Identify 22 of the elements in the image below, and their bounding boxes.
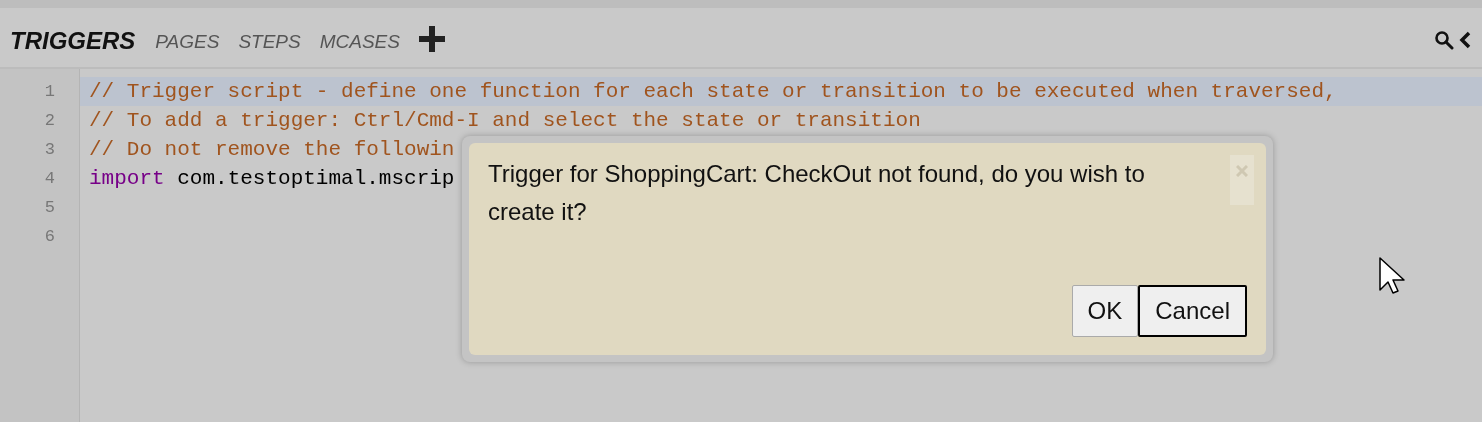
code-line: // Do not remove the followin	[89, 139, 455, 160]
close-icon	[1236, 165, 1248, 177]
mouse-pointer-icon	[1379, 257, 1405, 295]
code-line: import com.testoptimal.mscrip	[89, 168, 455, 189]
dialog-button[interactable]: OK	[1071, 285, 1139, 337]
dialog-message: Trigger for ShoppingCart: CheckOut not found, do you wish to create it?	[488, 159, 1146, 227]
line-number: 3	[44, 138, 55, 161]
tab[interactable]: MCASES	[319, 24, 401, 57]
line-number: 2	[44, 109, 55, 132]
tab[interactable]: PAGES	[155, 24, 221, 57]
search-icon[interactable]	[1434, 29, 1454, 50]
line-number: 6	[44, 225, 55, 248]
line-number: 4	[44, 167, 55, 190]
add-icon[interactable]	[418, 25, 445, 52]
code-line: // Trigger script - define one function for each state or transition to be executed when traversed,	[89, 81, 1337, 102]
line-number: 5	[44, 196, 55, 219]
tab[interactable]: STEPS	[238, 24, 302, 57]
code-line: // To add a trigger: Ctrl/Cmd-I and select the state or transition	[89, 110, 921, 131]
tab[interactable]: TRIGGERS	[10, 22, 138, 59]
dialog-button[interactable]: Cancel	[1138, 285, 1247, 337]
line-number: 1	[44, 80, 55, 103]
chevron-left-icon[interactable]	[1458, 30, 1472, 49]
